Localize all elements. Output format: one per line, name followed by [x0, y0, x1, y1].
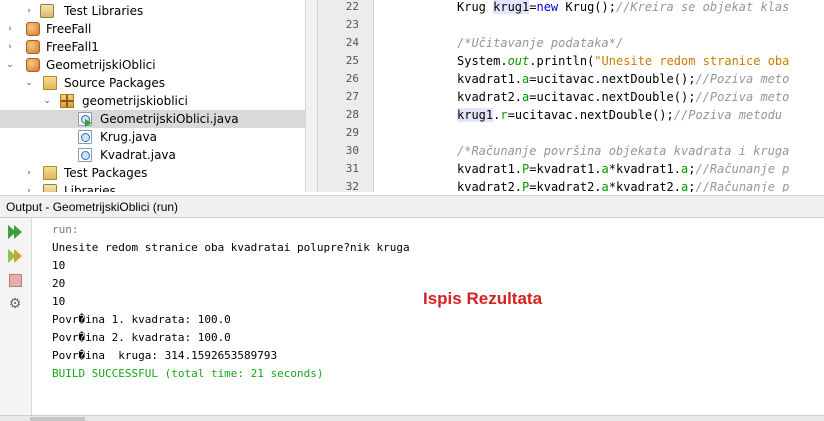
build-status-line: BUILD SUCCESSFUL (total time: 21 seconds… — [52, 367, 324, 380]
console-line: 20 — [52, 277, 66, 290]
line-number: 28 — [345, 108, 359, 121]
output-window-header[interactable]: Output - GeometrijskiOblici (run) — [0, 195, 824, 218]
tree-item-package[interactable]: ⌄ geometrijskioblici — [0, 92, 305, 110]
chevron-right-icon[interactable]: › — [24, 168, 34, 178]
java-file-icon — [78, 148, 92, 162]
chevron-down-icon[interactable]: ⌄ — [24, 78, 34, 88]
project-icon — [26, 22, 40, 36]
tree-item-geometrijskioblici-java[interactable]: GeometrijskiOblici.java — [0, 110, 305, 128]
output-toolbar: ⚙ — [0, 218, 32, 415]
tree-item-kvadrat-java[interactable]: Kvadrat.java — [0, 146, 305, 164]
code-editor[interactable]: Krug krug1=new Krug();//Kreira se objeka… — [375, 0, 824, 192]
line-number: 26 — [345, 72, 359, 85]
tree-item-label: Libraries — [64, 184, 116, 192]
settings-icon[interactable]: ⚙ — [6, 295, 24, 313]
chevron-right-icon[interactable]: › — [5, 42, 15, 52]
code-line-32: kvadrat2.P=kvadrat2.a*kvadrat2.a;//Račun… — [457, 180, 790, 192]
code-line-22: Krug krug1=new Krug();//Kreira se objeka… — [457, 0, 790, 14]
code-line-25: System.out.println("Unesite redom strani… — [457, 54, 790, 68]
java-file-icon — [78, 130, 92, 144]
tree-item-test-packages[interactable]: › Test Packages — [0, 164, 305, 182]
output-console[interactable]: run: Unesite redom stranice oba kvadrata… — [33, 218, 824, 415]
package-icon — [60, 94, 74, 108]
chevron-right-icon[interactable]: › — [24, 6, 34, 16]
chevron-down-icon[interactable]: ⌄ — [42, 96, 52, 106]
tree-item-label: Source Packages — [64, 76, 166, 90]
code-line-26: kvadrat1.a=ucitavac.nextDouble();//Poziv… — [457, 72, 790, 86]
chevron-down-icon[interactable]: ⌄ — [5, 60, 15, 70]
line-number: 24 — [345, 36, 359, 49]
code-line-31: kvadrat1.P=kvadrat1.a*kvadrat1.a;//Račun… — [457, 162, 790, 176]
console-line: 10 — [52, 259, 66, 272]
console-line: Povr�ina 2. kvadrata: 100.0 — [52, 331, 231, 344]
tree-item-test-libraries[interactable]: › Test Libraries — [0, 2, 305, 20]
console-line: Unesite redom stranice oba kvadratai pol… — [52, 241, 410, 254]
console-line: 10 — [52, 295, 66, 308]
java-main-file-icon — [78, 112, 92, 127]
tree-item-label: FreeFall — [46, 22, 92, 36]
folder-icon — [43, 166, 57, 180]
folder-icon — [43, 76, 57, 90]
tree-item-label: Krug.java — [100, 130, 157, 144]
code-line-28: krug1.r=ucitavac.nextDouble();//Poziva m… — [457, 108, 783, 122]
line-number: 32 — [345, 180, 359, 193]
tree-item-krug-java[interactable]: Krug.java — [0, 128, 305, 146]
console-line: Povr�ina 1. kvadrata: 100.0 — [52, 313, 231, 326]
line-number: 22 — [345, 0, 359, 13]
library-icon — [40, 4, 54, 18]
line-number: 29 — [345, 126, 359, 139]
tree-item-geometrijskioblici[interactable]: ⌄ GeometrijskiOblici — [0, 56, 305, 74]
project-tree: › Test Libraries › FreeFall › FreeFall1 … — [0, 0, 305, 192]
console-line: Povr�ina kruga: 314.1592653589793 — [52, 349, 278, 362]
annotation-label: Ispis Rezultata — [423, 289, 543, 308]
line-number: 30 — [345, 144, 359, 157]
tree-item-freefall[interactable]: › FreeFall — [0, 20, 305, 38]
library-icon — [43, 184, 57, 192]
line-number-gutter: 22 23 24 25 26 27 28 29 30 31 32 — [318, 0, 374, 193]
scrollbar-thumb[interactable] — [30, 417, 85, 421]
line-number: 25 — [345, 54, 359, 67]
pane-splitter[interactable] — [305, 0, 318, 192]
rerun-with-options-icon[interactable] — [6, 247, 24, 265]
tree-item-label: geometrijskioblici — [82, 94, 188, 108]
line-number: 23 — [345, 18, 359, 31]
chevron-right-icon[interactable]: › — [5, 24, 15, 34]
code-line-30: /*Računanje površina objekata kvadrata i… — [457, 144, 790, 158]
code-line-24: /*Učitavanje podataka*/ — [457, 36, 624, 50]
tree-item-label: GeometrijskiOblici.java — [100, 112, 239, 126]
project-icon — [26, 40, 40, 54]
output-window-title: Output - GeometrijskiOblici (run) — [6, 200, 179, 214]
horizontal-scrollbar[interactable] — [0, 415, 824, 421]
rerun-icon[interactable] — [6, 223, 24, 241]
tree-item-source-packages[interactable]: ⌄ Source Packages — [0, 74, 305, 92]
tree-item-libraries[interactable]: › Libraries — [0, 182, 305, 192]
line-number: 27 — [345, 90, 359, 103]
stop-icon[interactable] — [6, 271, 24, 289]
project-icon — [26, 58, 40, 72]
tree-item-label: Test Packages — [64, 166, 148, 180]
tree-item-freefall1[interactable]: › FreeFall1 — [0, 38, 305, 56]
tree-item-label: Test Libraries — [64, 4, 144, 18]
line-number: 31 — [345, 162, 359, 175]
chevron-right-icon[interactable]: › — [24, 186, 34, 192]
tree-item-label: GeometrijskiOblici — [46, 58, 156, 72]
tree-item-label: FreeFall1 — [46, 40, 99, 54]
tree-item-label: Kvadrat.java — [100, 148, 176, 162]
code-line-27: kvadrat2.a=ucitavac.nextDouble();//Poziv… — [457, 90, 790, 104]
console-line: run: — [52, 223, 79, 236]
